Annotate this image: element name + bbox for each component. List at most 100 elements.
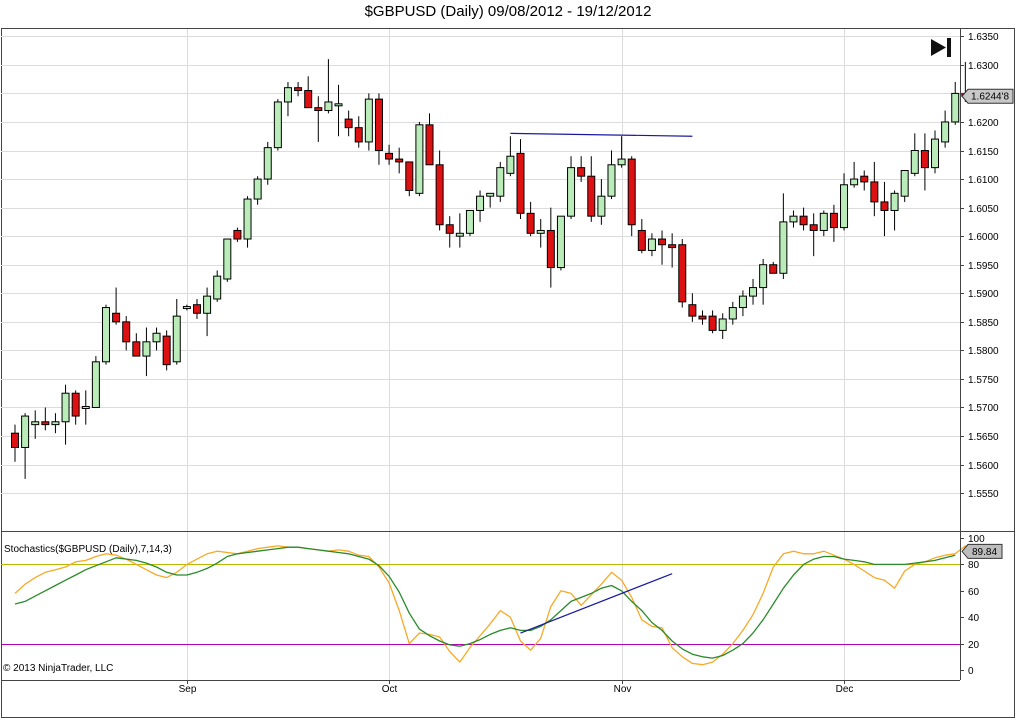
price-tick-label: 1.6100 <box>968 175 999 186</box>
candle-body <box>334 103 343 107</box>
candle-body <box>890 192 899 211</box>
candle-body <box>213 275 222 300</box>
candle-body <box>51 421 60 426</box>
last-price-flag: 1.6244'8 <box>961 88 1014 104</box>
candle-body <box>283 87 292 103</box>
candle-body <box>850 178 859 186</box>
candle-body <box>304 90 313 109</box>
stochastics-panel: 0 20 40 60 80 100 Stochastics($GBPUSD (Daily)… <box>1 531 1003 680</box>
candle-body <box>728 307 737 320</box>
candle-body <box>172 315 181 363</box>
last-price-label: 1.6244'8 <box>971 92 1009 103</box>
candle-body <box>789 215 798 223</box>
candle-body <box>465 209 474 234</box>
candle-body <box>243 198 252 240</box>
price-tick-label: 1.5750 <box>968 375 999 386</box>
price-tick-label: 1.6150 <box>968 147 999 158</box>
price-tick-label: 1.6200 <box>968 118 999 129</box>
candle-body <box>435 164 444 226</box>
candle-body <box>476 195 485 211</box>
stochastics-levels <box>1 564 960 645</box>
candle-body <box>577 167 586 177</box>
price-trendline <box>510 132 693 137</box>
candle-body <box>536 229 545 234</box>
candle-body <box>759 264 768 289</box>
price-tick-label: 1.5800 <box>968 346 999 357</box>
candle-body <box>223 238 232 280</box>
candle-body <box>496 167 505 197</box>
candle-body <box>374 98 383 152</box>
candle-body <box>688 304 697 317</box>
stochastics-tick-label: 60 <box>968 587 980 598</box>
price-tick-label: 1.6000 <box>968 232 999 243</box>
candle-body <box>71 392 80 417</box>
candle-body <box>607 164 616 197</box>
candle-body <box>152 332 161 343</box>
price-tick-label: 1.6350 <box>968 32 999 43</box>
candle-body <box>769 264 778 274</box>
candle-body <box>122 321 131 343</box>
candle-body <box>779 221 788 274</box>
stochastics-lines <box>14 545 976 666</box>
stochastics-d-line <box>14 546 956 659</box>
candle-body <box>253 178 262 200</box>
candle-body <box>81 405 90 409</box>
candle-body <box>344 118 353 129</box>
stochastics-title: Stochastics($GBPUSD (Daily),7,14,3) <box>4 544 172 555</box>
stochastics-grid <box>187 532 845 680</box>
candle-body <box>920 150 929 169</box>
candle-body <box>314 107 323 112</box>
candle-body <box>931 138 940 169</box>
candle-body <box>11 432 19 448</box>
candle-body <box>678 244 687 303</box>
chart-area: 1.63501.63001.62501.62001.61501.61001.60… <box>1 28 1015 718</box>
candle-body <box>455 232 464 237</box>
candle-body <box>31 421 40 426</box>
candle-body <box>668 244 677 249</box>
stochastics-tick-label: 40 <box>968 613 980 624</box>
stochastics-k-line <box>14 545 976 666</box>
candle-body <box>951 92 960 123</box>
candle-body <box>829 212 838 229</box>
price-tick-label: 1.6050 <box>968 204 999 215</box>
candle-body <box>870 181 879 203</box>
candle-body <box>819 212 828 231</box>
candle-body <box>112 312 121 323</box>
candle-body <box>597 195 606 217</box>
stochastics-tick-label: 100 <box>968 534 985 545</box>
candle-body <box>880 201 889 211</box>
price-tick-label: 1.5600 <box>968 461 999 472</box>
candle-body <box>395 158 404 163</box>
candle-body <box>364 98 373 143</box>
price-panel: 1.63501.63001.62501.62001.61501.61001.60… <box>1 29 1014 531</box>
price-tick-label: 1.5850 <box>968 318 999 329</box>
copyright-text: © 2013 NinjaTrader, LLC <box>3 663 113 674</box>
candle-body <box>203 295 212 314</box>
x-tick-label: Oct <box>382 684 398 695</box>
candle-body <box>749 287 758 297</box>
stochastics-value-flag: 89.84 <box>961 543 1003 559</box>
candle-body <box>41 421 50 426</box>
skip-to-end-icon[interactable] <box>931 38 951 57</box>
candle-body <box>61 392 70 423</box>
candle-body <box>617 158 626 166</box>
candle-body <box>516 152 525 214</box>
candle-body <box>627 158 636 226</box>
candle-body <box>941 121 950 143</box>
candle-body <box>132 341 141 357</box>
candle-body <box>506 155 515 174</box>
candle-body <box>840 184 849 229</box>
candle-body <box>425 124 434 166</box>
price-tick-label: 1.5900 <box>968 289 999 300</box>
candle-body <box>142 341 151 357</box>
candle-body <box>910 150 919 174</box>
candle-body <box>21 415 30 448</box>
candle-body <box>658 238 667 246</box>
stochastics-tick-label: 80 <box>968 560 980 571</box>
stochastics-tick-label: 0 <box>968 666 974 677</box>
candle-body <box>799 215 808 226</box>
price-tick-label: 1.6300 <box>968 61 999 72</box>
candle-body <box>91 361 100 408</box>
candle-body <box>809 224 818 231</box>
price-resistance-trendline <box>510 132 693 137</box>
